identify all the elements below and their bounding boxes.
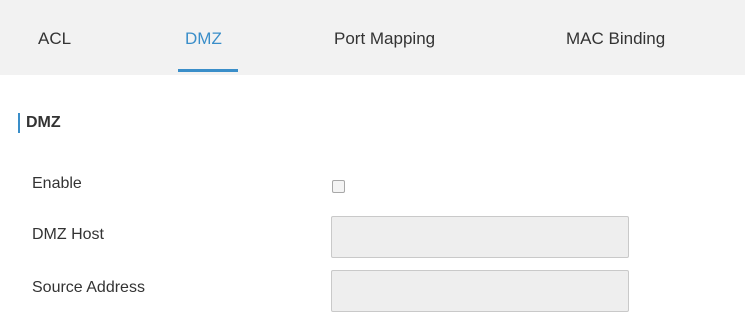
source-address-label: Source Address xyxy=(32,279,145,296)
dmz-host-input[interactable] xyxy=(331,216,629,258)
active-tab-indicator xyxy=(178,69,238,72)
source-address-input[interactable] xyxy=(331,270,629,312)
tab-acl[interactable]: ACL xyxy=(38,0,71,75)
tab-dmz[interactable]: DMZ xyxy=(185,0,222,75)
tab-mac-binding[interactable]: MAC Binding xyxy=(566,0,665,75)
section-accent-bar xyxy=(18,113,20,133)
enable-checkbox[interactable] xyxy=(332,180,345,193)
dmz-host-label: DMZ Host xyxy=(32,226,104,243)
enable-label: Enable xyxy=(32,175,82,192)
section-title: DMZ xyxy=(26,114,61,131)
tab-port-mapping[interactable]: Port Mapping xyxy=(334,0,435,75)
dmz-settings-page: ACL DMZ Port Mapping MAC Binding DMZ Ena… xyxy=(0,0,745,322)
tab-bar: ACL DMZ Port Mapping MAC Binding xyxy=(0,0,745,75)
